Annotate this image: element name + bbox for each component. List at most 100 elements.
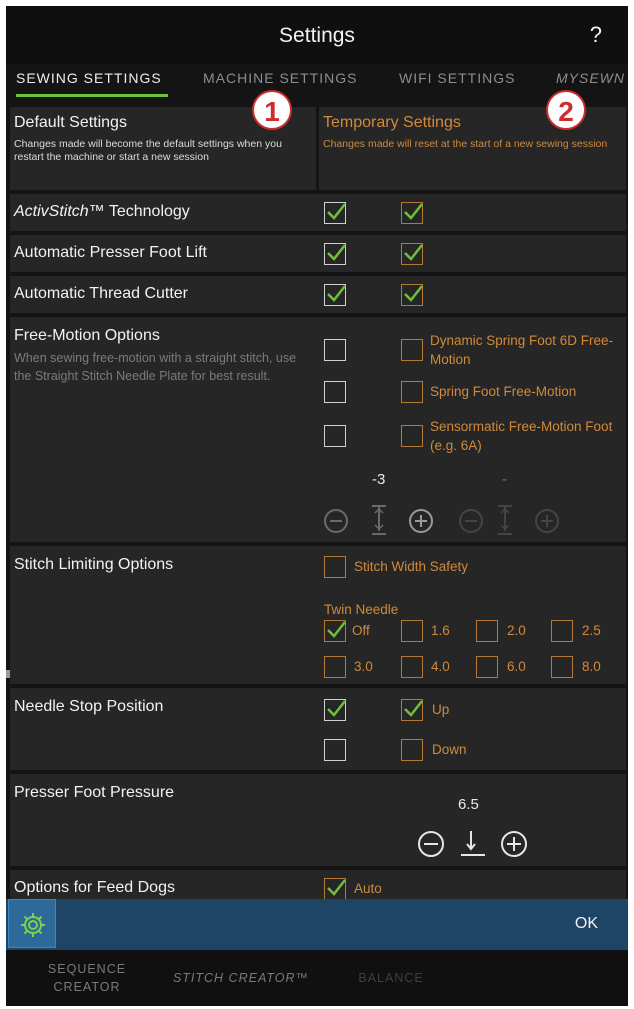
needle-stop-default-down-checkbox[interactable] [324, 739, 346, 761]
free-motion-option-3-default-checkbox[interactable] [324, 425, 346, 447]
row-free-motion: Free-Motion Options When sewing free-mot… [10, 317, 626, 542]
free-motion-option-3-label: Sensormatic Free-Motion Foot (e.g. 6A) [430, 419, 613, 453]
check-icon [327, 700, 346, 717]
row-feed-dogs: Options for Feed Dogs Auto [10, 870, 626, 900]
needle-stop-temporary-up-checkbox[interactable] [401, 699, 423, 721]
free-motion-height-temporary-value: - [502, 471, 507, 488]
stitch-width-safety-checkbox[interactable] [324, 556, 346, 578]
footer-tabs: SEQUENCE CREATOR STITCH CREATOR™ BALANCE [6, 950, 628, 1006]
presser-foot-height-icon [372, 505, 386, 535]
plus-circle-icon[interactable] [500, 830, 528, 858]
twin-needle-1-6-label: 1.6 [431, 623, 450, 638]
twin-needle-2-0-checkbox[interactable] [476, 620, 498, 642]
twin-needle-3-0-checkbox[interactable] [324, 656, 346, 678]
row-needle-stop: Needle Stop Position Up Down [10, 688, 626, 770]
ok-button[interactable]: OK [575, 915, 598, 933]
twin-needle-off-checkbox[interactable] [324, 620, 346, 642]
tab-wifi-settings[interactable]: WIFI SETTINGS [399, 70, 515, 86]
minus-circle-icon[interactable] [323, 508, 349, 534]
free-motion-option-1-temporary-checkbox[interactable] [401, 339, 423, 361]
row-presser-pressure: Presser Foot Pressure 6.5 [10, 774, 626, 866]
sequence-creator-tab[interactable]: SEQUENCE CREATOR [42, 960, 132, 996]
presser-foot-lift-temporary-checkbox[interactable] [401, 243, 423, 265]
twin-needle-1-6-checkbox[interactable] [401, 620, 423, 642]
needle-stop-up-label: Up [432, 702, 450, 717]
check-icon [327, 879, 346, 896]
tab-machine-settings[interactable]: MACHINE SETTINGS [203, 70, 357, 86]
presser-foot-pressure-icon [461, 831, 485, 856]
thread-cutter-temporary-checkbox[interactable] [401, 284, 423, 306]
help-icon[interactable]: ? [590, 22, 602, 48]
plus-circle-icon[interactable] [408, 508, 434, 534]
stitch-width-safety-label: Stitch Width Safety [354, 559, 469, 574]
callout-1: 1 [252, 90, 292, 130]
twin-needle-2-0-label: 2.0 [507, 623, 526, 638]
check-icon [327, 244, 346, 261]
thread-cutter-default-checkbox[interactable] [324, 284, 346, 306]
twin-needle-3-0-label: 3.0 [354, 659, 373, 674]
presser-foot-lift-label: Automatic Presser Foot Lift [14, 244, 207, 261]
check-icon [327, 621, 346, 638]
presser-foot-lift-default-checkbox[interactable] [324, 243, 346, 265]
plus-circle-icon[interactable] [534, 508, 560, 534]
twin-needle-6-0-label: 6.0 [507, 659, 526, 674]
needle-stop-label: Needle Stop Position [14, 698, 164, 715]
free-motion-option-2-default-checkbox[interactable] [324, 381, 346, 403]
check-icon [327, 203, 346, 220]
scroll-marker [6, 670, 10, 678]
twin-needle-8-0-label: 8.0 [582, 659, 601, 674]
free-motion-option-1-label: Dynamic Spring Foot 6D Free-Motion [430, 333, 614, 367]
check-icon [404, 203, 423, 220]
free-motion-option-1-default-checkbox[interactable] [324, 339, 346, 361]
feed-dogs-auto-checkbox[interactable] [324, 878, 346, 900]
check-icon [404, 700, 423, 717]
temporary-settings-desc: Changes made will reset at the start of … [323, 138, 608, 150]
page-title: Settings [279, 24, 355, 47]
needle-stop-default-up-checkbox[interactable] [324, 699, 346, 721]
feed-dogs-auto-label: Auto [354, 881, 382, 896]
check-icon [404, 244, 423, 261]
temporary-settings-title: Temporary Settings [323, 114, 461, 131]
free-motion-height-default-value: -3 [372, 471, 386, 488]
activstitch-default-checkbox[interactable] [324, 202, 346, 224]
balance-tab[interactable]: BALANCE [346, 969, 436, 987]
title-bar: Settings ? [6, 6, 628, 64]
row-stitch-limiting: Stitch Limiting Options Stitch Width Saf… [10, 546, 626, 684]
twin-needle-4-0-checkbox[interactable] [401, 656, 423, 678]
free-motion-option-2-temporary-checkbox[interactable] [401, 381, 423, 403]
twin-needle-off-label: Off [352, 623, 370, 638]
row-activstitch: ActivStitch™ Technology [10, 194, 626, 231]
default-settings-desc: Changes made will become the default set… [14, 138, 282, 163]
twin-needle-2-5-checkbox[interactable] [551, 620, 573, 642]
default-settings-title: Default Settings [14, 114, 127, 131]
stitch-creator-tab[interactable]: STITCH CREATOR™ [166, 969, 316, 987]
free-motion-option-3-temporary-checkbox[interactable] [401, 425, 423, 447]
gear-icon [21, 913, 45, 937]
active-tab-indicator [16, 94, 168, 97]
thread-cutter-label: Automatic Thread Cutter [14, 285, 189, 302]
free-motion-desc: When sewing free-motion with a straight … [14, 351, 297, 383]
check-icon [404, 285, 423, 302]
settings-gear-button[interactable] [8, 899, 56, 948]
presser-foot-height-icon [498, 505, 512, 535]
activstitch-label: ActivStitch™ Technology [14, 203, 190, 220]
stitch-limiting-label: Stitch Limiting Options [14, 556, 174, 573]
needle-stop-temporary-down-checkbox[interactable] [401, 739, 423, 761]
row-thread-cutter: Automatic Thread Cutter [10, 276, 626, 313]
twin-needle-2-5-label: 2.5 [582, 623, 601, 638]
settings-screen: Settings ? SEWING SETTINGS MACHINE SETTI… [6, 6, 628, 1006]
twin-needle-6-0-checkbox[interactable] [476, 656, 498, 678]
minus-circle-icon[interactable] [458, 508, 484, 534]
needle-stop-down-label: Down [432, 742, 467, 757]
feed-dogs-label: Options for Feed Dogs [14, 879, 175, 896]
twin-needle-4-0-label: 4.0 [431, 659, 450, 674]
tab-mysewnet[interactable]: MYSEWN [556, 70, 625, 86]
minus-circle-icon[interactable] [417, 830, 445, 858]
twin-needle-8-0-checkbox[interactable] [551, 656, 573, 678]
activstitch-temporary-checkbox[interactable] [401, 202, 423, 224]
check-icon [327, 285, 346, 302]
callout-2: 2 [546, 90, 586, 130]
presser-pressure-label: Presser Foot Pressure [14, 784, 175, 801]
tab-sewing-settings[interactable]: SEWING SETTINGS [16, 70, 162, 86]
row-presser-foot-lift: Automatic Presser Foot Lift [10, 235, 626, 272]
